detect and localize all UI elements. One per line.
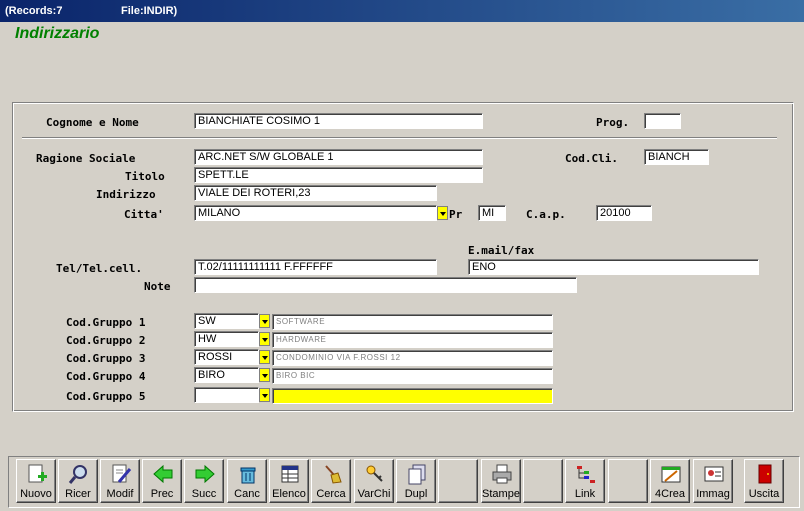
prec-label: Prec [150,488,174,500]
window-titlebar: (Records:7 File:INDIR) [0,0,804,22]
codcli-field[interactable]: BIANCH [644,149,709,165]
stampe-button[interactable]: Stampe [481,459,521,503]
uscita-button[interactable]: Uscita [744,459,784,503]
gruppo2-desc: HARDWARE [272,332,553,348]
canc-label: Canc [234,488,260,500]
varchi-label: VarChi [357,488,391,500]
cerca-label: Cerca [316,488,346,500]
dupl-button[interactable]: Dupl [396,459,436,503]
citta-label: Citta' [124,208,164,221]
create-tools-icon [661,466,681,483]
gruppo2-label: Cod.Gruppo 2 [66,334,146,347]
gruppo3-field[interactable]: ROSSI [194,349,259,365]
records-count: (Records:7 [5,5,63,17]
varchi-button[interactable]: VarChi [354,459,394,503]
magnifier-icon [68,465,87,484]
gruppo2-field[interactable]: HW [194,331,259,347]
gruppo5-field[interactable] [194,387,259,403]
gruppo3-desc: CONDOMINIO VIA F.ROSSI 12 [272,350,553,366]
gruppo4-field[interactable]: BIRO [194,367,259,383]
cognome-label: Cognome e Nome [46,116,139,129]
stampe-label: Stampe [482,488,520,500]
gruppo5-desc[interactable] [272,388,553,404]
list-table-icon [281,465,299,483]
nuovo-button[interactable]: Nuovo [16,459,56,503]
toolbar-empty-slot-1 [438,459,478,503]
gruppo1-field[interactable]: SW [194,313,259,329]
link-button[interactable]: Link [565,459,605,503]
immag-button[interactable]: Immag [693,459,733,503]
printer-icon [492,464,512,484]
cognome-field[interactable]: BIANCHIATE COSIMO 1 [194,113,483,129]
gruppo3-label: Cod.Gruppo 3 [66,352,146,365]
prog-field[interactable] [644,113,681,129]
tel-field[interactable]: T.02/11111111111 F.FFFFFF [194,259,437,275]
note-field[interactable] [194,277,577,293]
modif-label: Modif [106,488,134,500]
gruppo4-dropdown-icon[interactable] [259,368,270,382]
titolo-field[interactable]: SPETT.LE [194,167,483,183]
gruppo5-dropdown-icon[interactable] [259,388,270,402]
gruppo4-label: Cod.Gruppo 4 [66,370,146,383]
ricer-label: Ricer [65,488,91,500]
new-document-icon [28,464,47,483]
arrow-left-icon [153,464,173,484]
trash-icon [240,467,256,484]
broom-icon [325,465,342,484]
modif-button[interactable]: Modif [100,459,140,503]
gruppo1-dropdown-icon[interactable] [259,314,270,328]
link-label: Link [574,488,596,500]
pr-label: Pr [449,208,463,221]
gruppo4-desc: BIRO BIC [272,368,553,384]
elenco-button[interactable]: Elenco [269,459,309,503]
toolbar-empty-slot-2 [523,459,563,503]
edit-document-icon [112,464,132,483]
cerca-button[interactable]: Cerca [311,459,351,503]
ragione-field[interactable]: ARC.NET S/W GLOBALE 1 [194,149,483,165]
elenco-label: Elenco [272,488,306,500]
email-field[interactable]: ENO [468,259,759,275]
gruppo3-dropdown-icon[interactable] [259,350,270,364]
canc-button[interactable]: Canc [227,459,267,503]
crea-label: 4Crea [655,488,685,500]
file-name: File:INDIR) [121,5,178,17]
pr-field[interactable]: MI [478,205,506,221]
succ-label: Succ [191,488,217,500]
link-tree-icon [577,466,595,483]
nuovo-label: Nuovo [20,488,52,500]
gruppo5-label: Cod.Gruppo 5 [66,390,146,403]
uscita-label: Uscita [748,488,780,500]
gruppo1-desc: SOFTWARE [272,314,553,330]
form-divider [22,137,777,139]
indirizzo-label: Indirizzo [96,188,156,201]
toolbar-empty-slot-3 [608,459,648,503]
citta-field[interactable]: MILANO [194,205,437,221]
tel-label: Tel/Tel.cell. [56,262,143,275]
dupl-label: Dupl [404,488,428,500]
gruppo2-dropdown-icon[interactable] [259,332,270,346]
prog-label: Prog. [596,116,630,129]
arrow-right-icon [195,464,215,484]
crea-button[interactable]: 4Crea [650,459,690,503]
prec-button[interactable]: Prec [142,459,182,503]
email-label: E.mail/fax [468,244,535,257]
codcli-label: Cod.Cli. [565,152,618,165]
gruppo1-label: Cod.Gruppo 1 [66,316,146,329]
cap-field[interactable]: 20100 [596,205,652,221]
keys-icon [366,465,383,482]
exit-door-icon [758,464,772,484]
duplicate-icon [408,464,426,485]
app-title: Indirizzario [15,25,100,42]
image-card-icon [704,466,724,482]
titolo-label: Titolo [125,170,165,183]
indirizzo-field[interactable]: VIALE DEI ROTERI,23 [194,185,437,201]
cap-label: C.a.p. [526,208,566,221]
ricer-button[interactable]: Ricer [58,459,98,503]
citta-dropdown-icon[interactable] [437,206,448,220]
succ-button[interactable]: Succ [184,459,224,503]
immag-label: Immag [696,488,730,500]
ragione-label: Ragione Sociale [36,152,136,165]
note-label: Note [144,280,171,293]
